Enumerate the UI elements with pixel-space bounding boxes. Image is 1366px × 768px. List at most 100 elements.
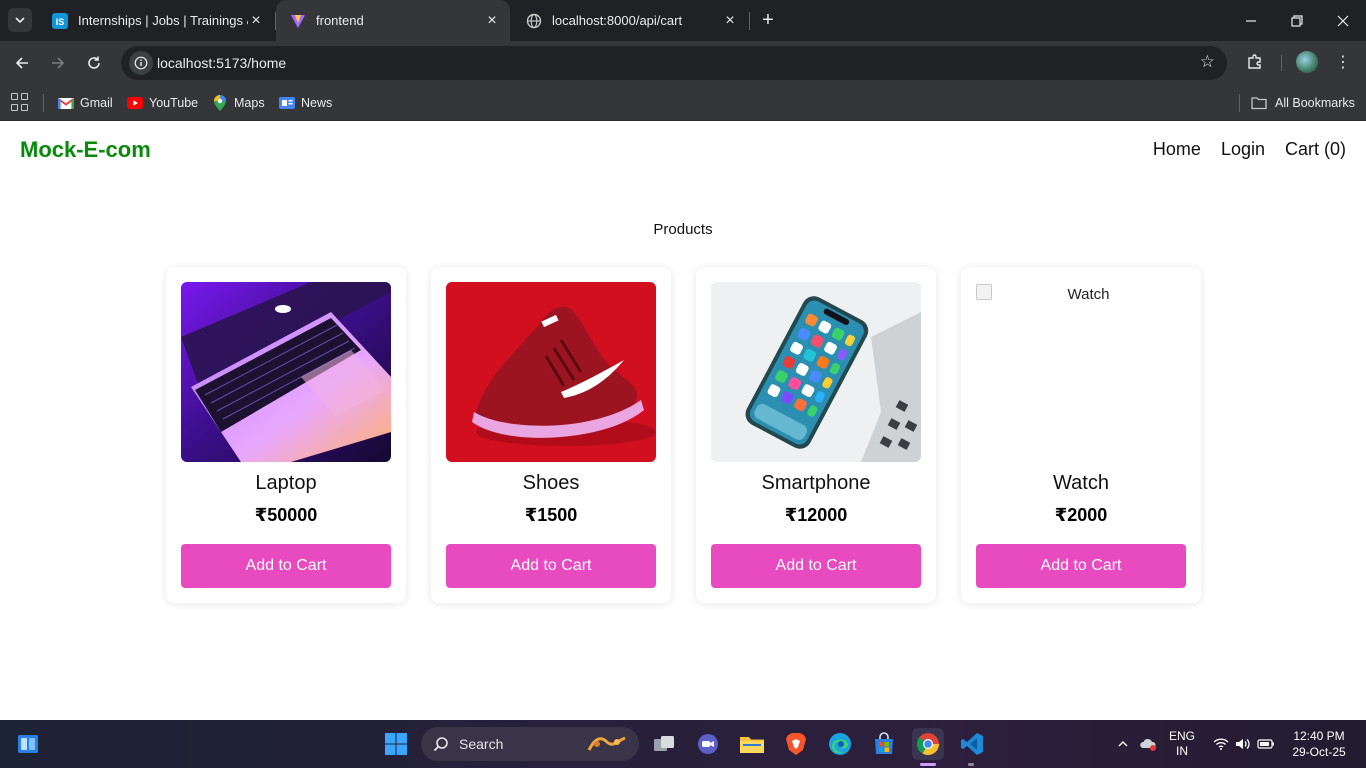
youtube-icon (127, 95, 143, 111)
profile-avatar[interactable] (1296, 51, 1318, 73)
bookmark-gmail[interactable]: Gmail (58, 93, 113, 113)
tray-overflow-button[interactable] (1114, 720, 1132, 768)
clock-date: 29-Oct-25 (1292, 745, 1346, 759)
new-tab-button[interactable]: + (756, 8, 780, 32)
taskbar: Search ENG IN 12:40 PM 29-Oct-25 (0, 720, 1366, 768)
gmail-icon (58, 95, 74, 111)
add-to-cart-button[interactable]: Add to Cart (711, 544, 921, 588)
vscode-icon (961, 733, 983, 755)
bookmark-maps[interactable]: Maps (212, 93, 265, 113)
taskbar-search[interactable]: Search (421, 727, 639, 761)
tab-api-cart[interactable]: localhost:8000/api/cart × (512, 0, 748, 41)
edge-button[interactable] (824, 728, 856, 760)
info-icon (134, 56, 148, 70)
tab-title: frontend (316, 13, 364, 28)
task-view-button[interactable] (648, 728, 680, 760)
product-card-shoes: Shoes ₹1500 Add to Cart (431, 267, 671, 603)
language-indicator[interactable]: ENG IN (1164, 720, 1200, 768)
address-bar[interactable]: localhost:5173/home ☆ (121, 46, 1227, 80)
back-button[interactable] (8, 49, 36, 77)
chrome-running-indicator (920, 763, 936, 766)
product-price: ₹2000 (1054, 505, 1108, 525)
product-price: ₹12000 (784, 505, 848, 525)
bookmark-news[interactable]: News (279, 93, 332, 113)
close-icon[interactable]: × (484, 12, 500, 29)
brave-button[interactable] (780, 728, 812, 760)
web-page: Mock-E-com Home Login Cart (0) Products (0, 121, 1366, 720)
product-card-smartphone: Smartphone ₹12000 Add to Cart (696, 267, 936, 603)
add-to-cart-button[interactable]: Add to Cart (446, 544, 656, 588)
nav-login-link[interactable]: Login (1221, 139, 1265, 160)
search-highlight-icon (587, 736, 626, 751)
product-price: ₹1500 (524, 505, 578, 525)
chrome-button[interactable] (912, 728, 944, 760)
puzzle-icon (1248, 54, 1261, 69)
clock-button[interactable]: 12:40 PM 29-Oct-25 (1284, 720, 1354, 768)
language-code: ENG (1168, 729, 1195, 743)
add-to-cart-button[interactable]: Add to Cart (181, 544, 391, 588)
url-text[interactable]: localhost:5173/home (157, 55, 286, 71)
widgets-button[interactable] (12, 728, 44, 760)
tab-internshala[interactable]: IS Internships | Jobs | Trainings & I × (38, 0, 274, 41)
add-to-cart-button[interactable]: Add to Cart (976, 544, 1186, 588)
extensions-button[interactable] (1243, 50, 1267, 74)
chevron-down-icon (15, 17, 25, 24)
search-icon (433, 737, 448, 752)
brand-logo[interactable]: Mock-E-com (20, 137, 151, 163)
tab-frontend[interactable]: frontend × (276, 0, 510, 41)
meet-button[interactable] (692, 728, 724, 760)
arrow-left-icon (15, 57, 28, 69)
reload-button[interactable] (80, 49, 108, 77)
file-explorer-button[interactable] (736, 728, 768, 760)
close-window-button[interactable] (1320, 0, 1366, 41)
nav-home-link[interactable]: Home (1153, 139, 1201, 160)
all-bookmarks-button[interactable]: All Bookmarks (1239, 93, 1355, 113)
vscode-button[interactable] (956, 728, 988, 760)
arrow-right-icon (52, 57, 65, 69)
store-button[interactable] (868, 728, 900, 760)
apps-grid-icon[interactable] (11, 93, 29, 111)
browser-tab-bar: IS Internships | Jobs | Trainings & I × … (0, 0, 1366, 41)
product-name: Smartphone (761, 472, 871, 494)
more-vert-icon: ⋮ (1335, 54, 1351, 71)
broken-image: Watch (976, 282, 1186, 462)
bookmark-youtube[interactable]: YouTube (127, 93, 198, 113)
tab-title: Internships | Jobs | Trainings & I (78, 13, 248, 28)
site-info-button[interactable] (129, 51, 153, 75)
bookmark-label: Gmail (80, 96, 113, 110)
bookmark-label: News (301, 96, 333, 110)
close-icon (1337, 15, 1349, 26)
news-icon (279, 95, 295, 111)
close-icon[interactable]: × (722, 12, 738, 29)
restore-button[interactable] (1274, 0, 1320, 41)
windows-icon (385, 733, 407, 755)
bookmarks-bar: Gmail YouTube Maps News All Bookmarks (0, 85, 1366, 121)
forward-button[interactable] (44, 49, 72, 77)
task-view-icon (654, 736, 674, 751)
widgets-icon (18, 735, 38, 753)
chrome-icon (917, 733, 939, 755)
search-label: Search (459, 736, 504, 752)
quick-settings-button[interactable] (1208, 720, 1280, 768)
bookmark-separator (43, 94, 44, 112)
tab-title: localhost:8000/api/cart (552, 13, 683, 28)
star-icon[interactable]: ☆ (1200, 52, 1215, 72)
internshala-icon: IS (52, 12, 68, 29)
plus-icon: + (762, 8, 774, 31)
close-icon[interactable]: × (248, 12, 264, 29)
chevron-up-icon (1118, 741, 1128, 747)
minimize-button[interactable] (1228, 0, 1274, 41)
shoes-image (446, 282, 656, 462)
volume-icon (1236, 739, 1250, 749)
onedrive-button[interactable] (1138, 720, 1158, 768)
reload-icon (88, 56, 100, 69)
product-name: Watch (1053, 472, 1109, 494)
nav-cart-link[interactable]: Cart (0) (1285, 139, 1346, 160)
maps-icon (212, 95, 228, 111)
battery-icon (1257, 739, 1274, 749)
menu-button[interactable]: ⋮ (1332, 51, 1354, 73)
start-button[interactable] (380, 728, 412, 760)
bookmark-label: Maps (234, 96, 265, 110)
site-nav: Home Login Cart (0) (1153, 139, 1346, 160)
tab-search-button[interactable] (8, 8, 32, 32)
